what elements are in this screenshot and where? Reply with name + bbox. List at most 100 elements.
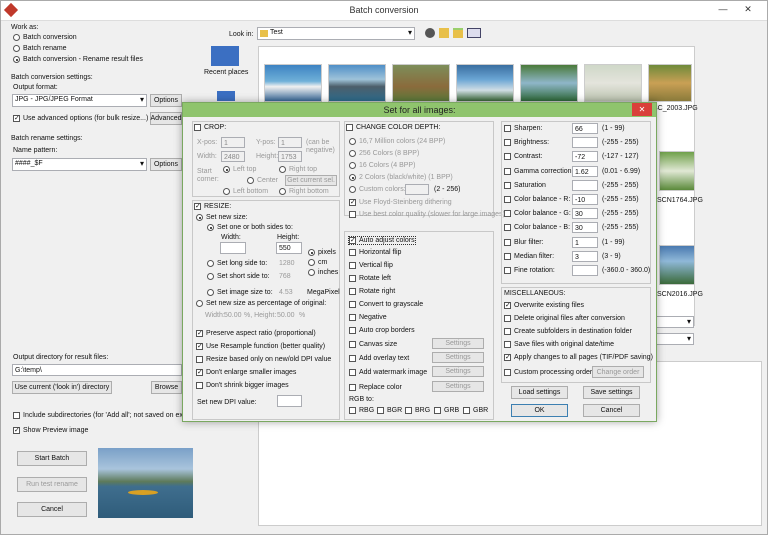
adjust-value-field[interactable] (572, 137, 598, 149)
adjust-value-field[interactable]: -10 (572, 194, 598, 205)
checkbox-icon[interactable] (196, 382, 203, 389)
checkbox-icon[interactable] (13, 427, 20, 434)
checkbox-icon[interactable] (349, 384, 356, 391)
checkbox-icon[interactable] (349, 301, 356, 308)
cancel-button[interactable]: Cancel (17, 502, 87, 517)
apply-all-pages[interactable]: Apply changes to all pages (TIF/PDF savi… (504, 354, 653, 361)
radio-set-new-size[interactable]: Set new size: (196, 214, 248, 221)
checkbox-icon[interactable] (504, 224, 511, 232)
overwrite-existing[interactable]: Overwrite existing files (504, 302, 584, 309)
best-color-quality[interactable]: Use best color quality (slower for large… (349, 211, 505, 218)
adjust-row[interactable]: Contrast: (504, 153, 542, 161)
checkbox-icon[interactable] (504, 125, 511, 132)
radio-icon[interactable] (308, 259, 315, 266)
radio-icon[interactable] (279, 188, 286, 195)
use-resample[interactable]: Use Resample function (better quality) (196, 343, 325, 350)
file-thumb[interactable] (659, 151, 695, 191)
dont-shrink[interactable]: Don't shrink bigger images (196, 382, 289, 389)
crop-height-field[interactable]: 1753 (278, 151, 302, 162)
file-thumb[interactable] (648, 64, 692, 102)
save-original-date[interactable]: Save files with original date/time (504, 341, 614, 348)
adjust-value-field[interactable] (572, 265, 598, 276)
output-format-select[interactable]: JPG - JPG/JPEG Format (12, 94, 147, 107)
run-test-rename-button[interactable]: Run test rename (17, 477, 87, 492)
radio-batch-rename[interactable]: Batch rename (13, 45, 67, 52)
pct-width-value[interactable]: 50.00 (224, 312, 242, 319)
checkbox-icon[interactable] (434, 407, 441, 414)
radio-set-sides[interactable]: Set one or both sides to: (207, 224, 293, 231)
radio-short-side[interactable]: Set short side to: (207, 273, 270, 280)
rgb-bgr[interactable]: BGR (377, 407, 402, 414)
radio-pixels[interactable]: pixels (308, 249, 336, 256)
radio-icon[interactable] (349, 174, 356, 181)
checkbox-icon[interactable] (405, 407, 412, 414)
adjust-value-field[interactable]: 30 (572, 222, 598, 234)
radio-icon[interactable] (349, 150, 356, 157)
radio-right-top[interactable]: Right top (279, 166, 317, 173)
new-dpi-field[interactable] (277, 395, 302, 407)
radio-custom-colors[interactable]: Custom colors: (349, 186, 406, 193)
start-batch-button[interactable]: Start Batch (17, 451, 87, 466)
file-name[interactable]: SC_2003.JPG (653, 105, 698, 112)
radio-percentage[interactable]: Set new size as percentage of original: (196, 300, 326, 307)
create-subfolders[interactable]: Create subfolders in destination folder (504, 328, 632, 335)
pct-height-value[interactable]: 50.00 (277, 312, 295, 319)
view-menu-icon[interactable] (467, 28, 481, 38)
save-settings-button[interactable]: Save settings (583, 386, 640, 399)
checkbox-icon[interactable] (504, 139, 511, 147)
adjust-row[interactable]: Brightness: (504, 139, 549, 147)
radio-image-size[interactable]: Set image size to: (207, 289, 273, 296)
checkbox-icon[interactable] (504, 210, 511, 218)
back-icon[interactable] (425, 28, 435, 38)
preserve-aspect[interactable]: Preserve aspect ratio (proportional) (196, 330, 316, 337)
vertical-flip[interactable]: Vertical flip (349, 262, 393, 269)
canvas-size[interactable]: Canvas size (349, 341, 397, 348)
radio-icon[interactable] (349, 162, 356, 169)
radio-icon[interactable] (349, 138, 356, 145)
rgb-grb[interactable]: GRB (434, 407, 459, 414)
radio-batch-conversion[interactable]: Batch conversion (13, 34, 77, 41)
checkbox-icon[interactable] (13, 412, 20, 419)
checkbox-icon[interactable] (377, 407, 384, 414)
adjust-row[interactable]: Fine rotation: (504, 267, 555, 274)
adjust-row[interactable]: Gamma correction: (504, 167, 574, 175)
checkbox-icon[interactable] (349, 262, 356, 269)
checkbox-icon[interactable] (504, 302, 511, 309)
rgb-brg[interactable]: BRG (405, 407, 430, 414)
rotate-left[interactable]: Rotate left (349, 275, 391, 282)
adjust-row[interactable]: Color balance - G: (504, 210, 571, 218)
resize-height-field[interactable]: 550 (276, 242, 302, 254)
load-settings-button[interactable]: Load settings (511, 386, 568, 399)
file-thumb[interactable] (392, 64, 450, 102)
radio-inches[interactable]: inches (308, 269, 338, 276)
adjust-row[interactable]: Saturation (504, 181, 546, 189)
add-overlay-text[interactable]: Add overlay text (349, 355, 409, 362)
new-folder-icon[interactable] (453, 28, 463, 38)
radio-icon[interactable] (279, 166, 286, 173)
radio-left-top[interactable]: Left top (223, 166, 256, 173)
checkbox-icon[interactable] (349, 314, 356, 321)
checkbox-icon[interactable] (196, 330, 203, 337)
rgb-gbr[interactable]: GBR (463, 407, 488, 414)
checkbox-icon[interactable] (504, 369, 511, 376)
file-thumb[interactable] (520, 64, 578, 102)
checkbox-icon[interactable] (194, 124, 201, 131)
ypos-field[interactable]: 1 (278, 137, 302, 148)
file-name[interactable]: SCN2016.JPG (657, 291, 703, 298)
checkbox-icon[interactable] (504, 196, 511, 203)
rgb-rbg[interactable]: RBG (349, 407, 374, 414)
checkbox-icon[interactable] (196, 369, 203, 376)
color-depth-checkbox[interactable]: CHANGE COLOR DEPTH: (346, 124, 440, 131)
pattern-options-button[interactable]: Options (150, 158, 182, 171)
checkbox-icon[interactable] (349, 288, 356, 295)
radio-icon[interactable] (349, 186, 356, 193)
recent-places-label[interactable]: Recent places (204, 69, 248, 76)
radio-24bpp[interactable]: 16,7 Million colors (24 BPP) (349, 138, 445, 145)
adjust-value-field[interactable]: -72 (572, 151, 598, 163)
add-watermark[interactable]: Add watermark image (349, 369, 427, 376)
adjust-value-field[interactable]: 1 (572, 236, 598, 248)
checkbox-icon[interactable] (463, 407, 470, 414)
replace-color[interactable]: Replace color (349, 384, 402, 391)
checkbox-icon[interactable] (349, 249, 356, 256)
checkbox-icon[interactable] (504, 181, 511, 189)
